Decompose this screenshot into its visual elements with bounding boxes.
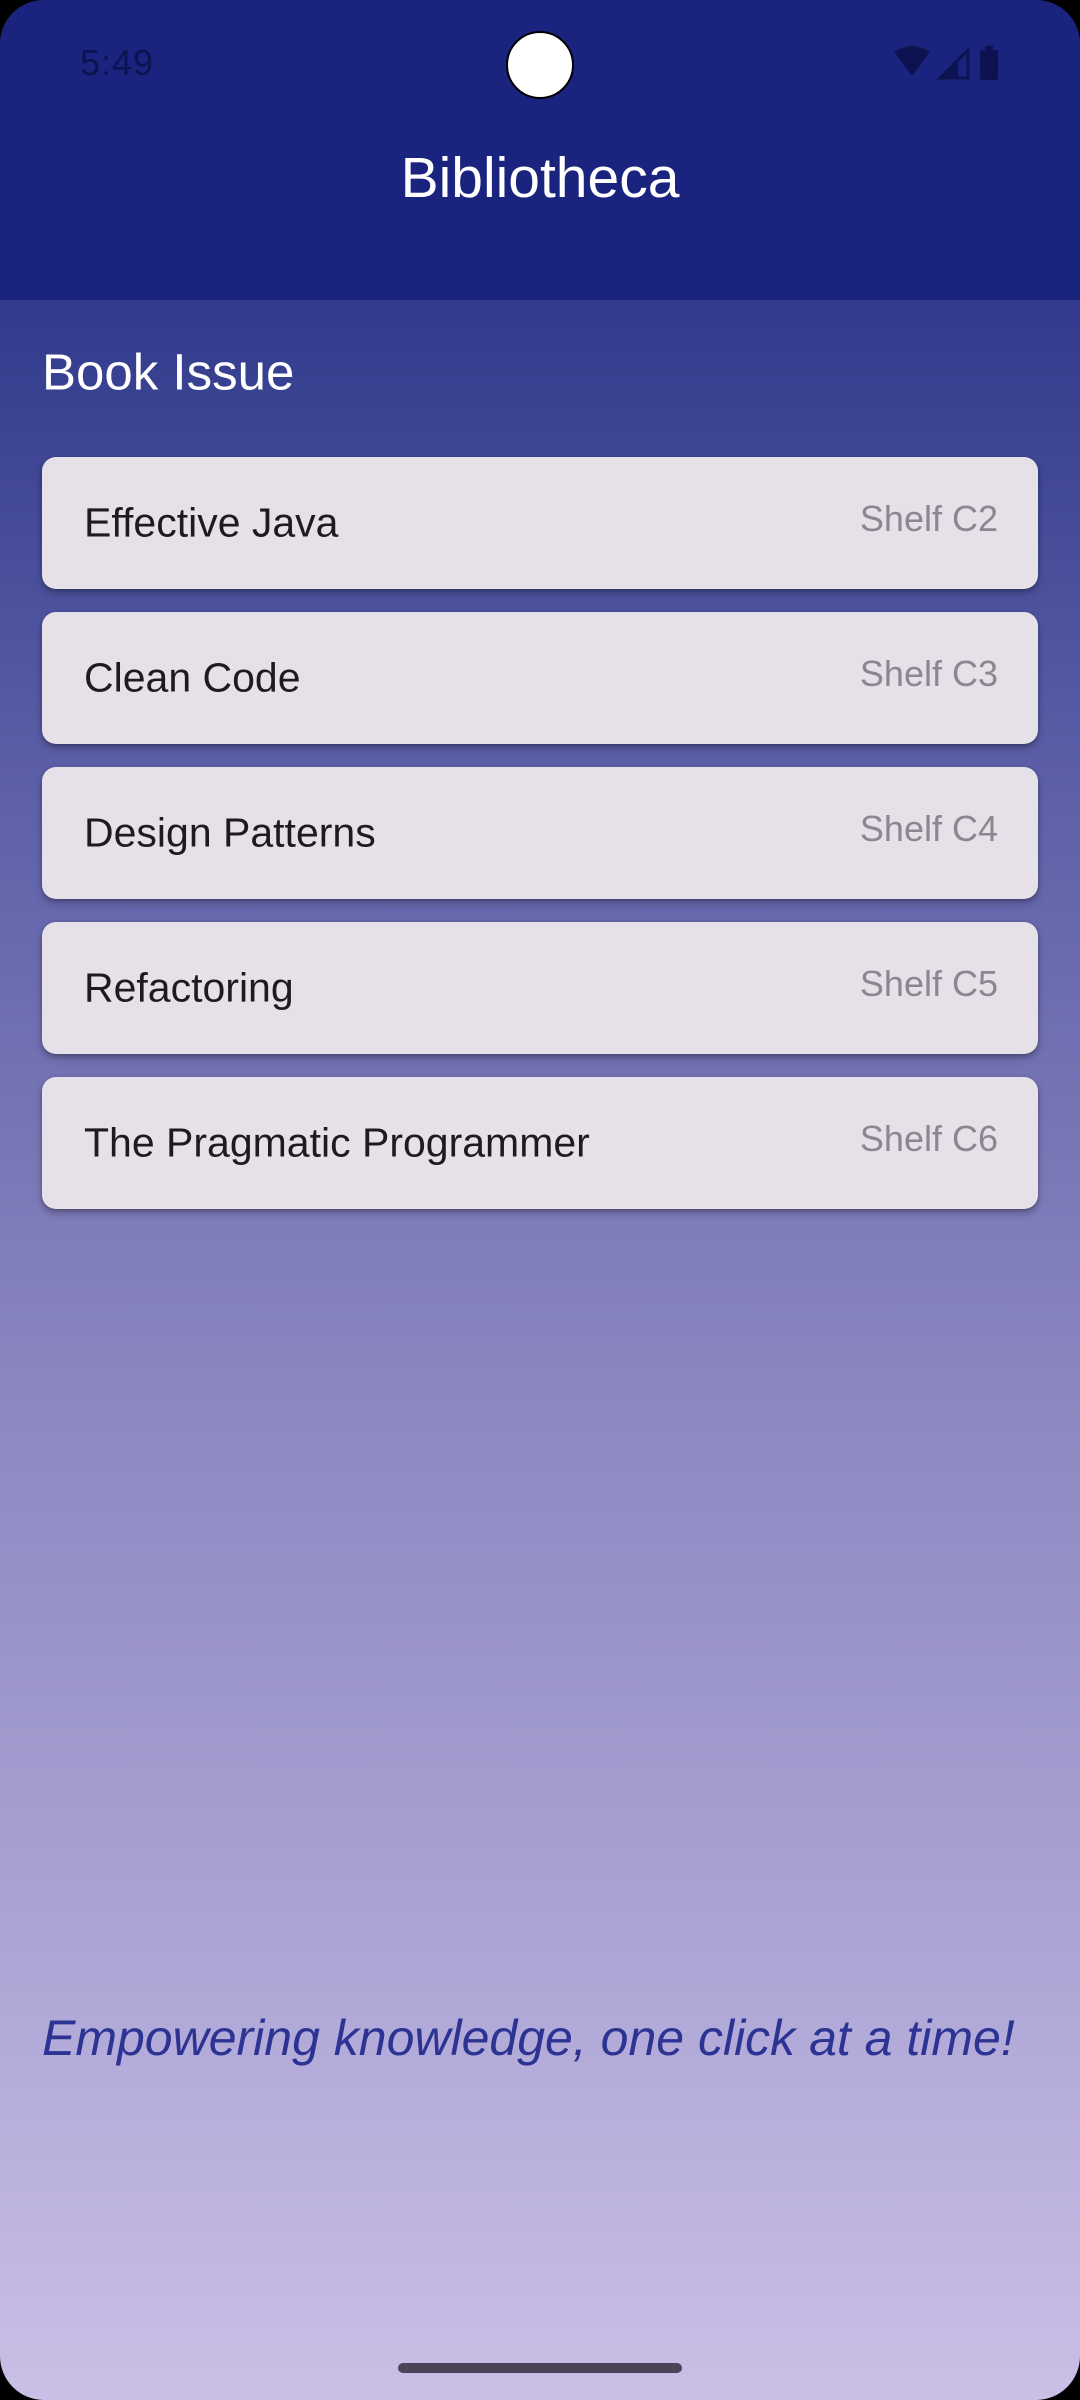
front-camera-cutout [506, 31, 574, 99]
book-title: The Pragmatic Programmer [84, 1119, 590, 1166]
book-item-the-pragmatic-programmer[interactable]: The Pragmatic Programmer Shelf C6 [42, 1077, 1038, 1209]
book-item-clean-code[interactable]: Clean Code Shelf C3 [42, 612, 1038, 744]
book-title: Refactoring [84, 964, 294, 1011]
wifi-icon [894, 46, 930, 76]
home-gesture-bar[interactable] [398, 2363, 682, 2373]
footer-tagline: Empowering knowledge, one click at a tim… [42, 2010, 1015, 2066]
book-shelf-label: Shelf C5 [859, 963, 998, 1004]
book-shelf-label: Shelf C3 [859, 653, 998, 694]
book-shelf-label: Shelf C4 [859, 808, 998, 849]
cellular-signal-icon [936, 46, 970, 80]
app-screen: 5:49 Bibliotheca Book Issue Effective Ja… [0, 0, 1080, 2400]
status-icons [892, 44, 1012, 84]
book-title: Clean Code [84, 654, 301, 701]
book-shelf-label: Shelf C6 [859, 1118, 998, 1159]
book-item-refactoring[interactable]: Refactoring Shelf C5 [42, 922, 1038, 1054]
book-shelf-label: Shelf C2 [859, 498, 998, 539]
book-item-design-patterns[interactable]: Design Patterns Shelf C4 [42, 767, 1038, 899]
book-item-effective-java[interactable]: Effective Java Shelf C2 [42, 457, 1038, 589]
top-app-bar: 5:49 Bibliotheca [0, 0, 1080, 300]
section-title: Book Issue [42, 343, 295, 401]
battery-icon [980, 46, 998, 80]
book-list: Effective Java Shelf C2 Clean Code Shelf… [42, 457, 1038, 1232]
book-title: Design Patterns [84, 809, 376, 856]
book-title: Effective Java [84, 499, 339, 546]
status-time: 5:49 [80, 42, 155, 83]
app-title: Bibliotheca [400, 146, 680, 210]
